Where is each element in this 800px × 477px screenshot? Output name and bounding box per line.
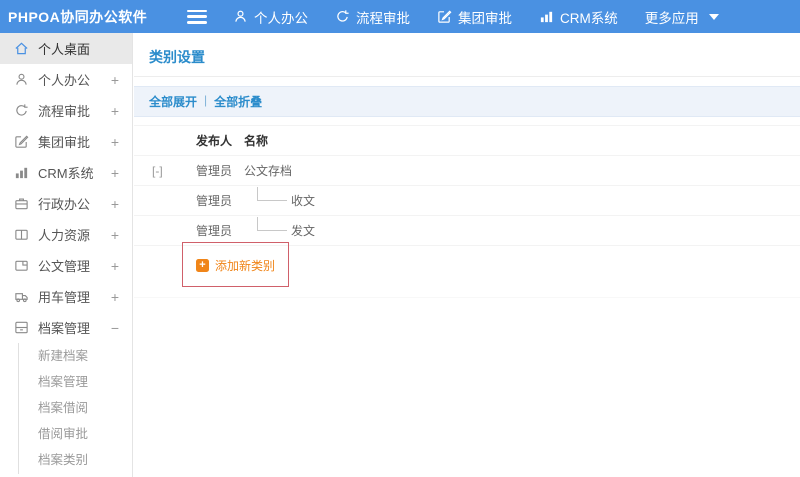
- sidebar-item-label: 行政办公: [38, 197, 91, 212]
- topnav-more-apps[interactable]: 更多应用: [645, 7, 719, 27]
- expand-icon[interactable]: +: [111, 135, 119, 149]
- add-category-label: 添加新类别: [215, 259, 276, 273]
- topnav-group-approval[interactable]: 集团审批: [437, 7, 512, 27]
- sidebar-subitem-archive-category[interactable]: 档案类别: [19, 447, 132, 473]
- vehicle-icon: [14, 289, 29, 304]
- table-row: 管理员 收文: [134, 186, 800, 216]
- publisher-cell: 管理员: [196, 224, 233, 238]
- topnav-label: 更多应用: [644, 10, 699, 26]
- main-content: 类别设置 全部展开 | 全部折叠 发布人 名称 [-] 管理员 公文存档 管理员: [134, 33, 800, 477]
- sidebar-item-label: 集团审批: [38, 135, 91, 150]
- topnav-crm-system[interactable]: CRM系统: [539, 7, 618, 27]
- tree-branch-line: [257, 186, 287, 201]
- sidebar-item-label: 用车管理: [38, 290, 91, 305]
- sidebar-item-label: 个人桌面: [38, 42, 91, 57]
- chart-icon: [539, 9, 554, 24]
- expand-icon[interactable]: +: [111, 290, 119, 304]
- collapse-icon[interactable]: −: [111, 321, 119, 335]
- toolbar-divider: |: [204, 93, 208, 107]
- sidebar-subitem-borrow-approval[interactable]: 借阅审批: [19, 421, 132, 447]
- edit-icon: [14, 134, 29, 149]
- sidebar-item-document-mgmt[interactable]: 公文管理 +: [0, 250, 132, 281]
- add-category-button[interactable]: + 添加新类别: [196, 257, 275, 274]
- sidebar-item-personal-office[interactable]: 个人办公 +: [0, 64, 132, 95]
- publisher-cell: 管理员: [196, 194, 233, 208]
- topnav-label: 个人办公: [254, 10, 308, 26]
- app-logo: PHPOA协同办公软件: [8, 8, 148, 25]
- category-table: 发布人 名称 [-] 管理员 公文存档 管理员 收文 管理员 发文 + 添加新类…: [134, 125, 800, 298]
- hr-icon: [14, 227, 29, 242]
- page-title: 类别设置: [134, 33, 800, 77]
- category-name: 公文存档: [244, 164, 293, 178]
- sidebar-item-archive-mgmt[interactable]: 档案管理 −: [0, 312, 132, 343]
- briefcase-icon: [14, 196, 29, 211]
- caret-down-icon: [708, 13, 719, 20]
- category-name: 收文: [291, 194, 316, 208]
- publisher-column-header: 发布人: [196, 134, 233, 148]
- expand-all-link[interactable]: 全部展开: [149, 93, 197, 110]
- table-row: 管理员 发文: [134, 216, 800, 246]
- table-row: [-] 管理员 公文存档: [134, 156, 800, 186]
- sidebar-item-group-approval[interactable]: 集团审批 +: [0, 126, 132, 157]
- plus-icon: +: [196, 259, 209, 272]
- table-header-row: 发布人 名称: [134, 126, 800, 156]
- expand-icon[interactable]: +: [111, 197, 119, 211]
- sidebar-item-process-approval[interactable]: 流程审批 +: [0, 95, 132, 126]
- expand-icon[interactable]: +: [111, 259, 119, 273]
- sidebar-item-label: 档案管理: [38, 321, 91, 336]
- edit-icon: [437, 9, 452, 24]
- category-name: 发文: [291, 224, 316, 238]
- tree-toolbar: 全部展开 | 全部折叠: [134, 86, 800, 117]
- sidebar-submenu-archive: 新建档案 档案管理 档案借阅 借阅审批 档案类别: [18, 343, 132, 474]
- process-icon: [14, 103, 29, 118]
- top-bar: PHPOA协同办公软件 个人办公 流程审批 集团审批 CRM系统 更多应用: [0, 0, 800, 33]
- topnav-label: CRM系统: [560, 10, 618, 26]
- collapse-all-link[interactable]: 全部折叠: [214, 93, 262, 110]
- publisher-cell: 管理员: [196, 164, 233, 178]
- sidebar-item-human-resources[interactable]: 人力资源 +: [0, 219, 132, 250]
- sidebar-item-label: 人力资源: [38, 228, 91, 243]
- sidebar-item-vehicle-mgmt[interactable]: 用车管理 +: [0, 281, 132, 312]
- home-icon: [14, 41, 29, 56]
- topnav-label: 集团审批: [458, 10, 512, 26]
- sidebar-item-label: 公文管理: [38, 259, 91, 274]
- process-icon: [335, 9, 350, 24]
- sidebar-item-crm-system[interactable]: CRM系统 +: [0, 157, 132, 188]
- collapse-toggle[interactable]: [-]: [152, 164, 163, 178]
- sidebar-item-personal-desktop[interactable]: 个人桌面: [0, 33, 132, 64]
- user-icon: [233, 9, 248, 24]
- menu-toggle-icon[interactable]: [187, 9, 207, 24]
- sidebar-subitem-archive-mgmt[interactable]: 档案管理: [19, 369, 132, 395]
- sidebar-item-admin-office[interactable]: 行政办公 +: [0, 188, 132, 219]
- sidebar: 个人桌面 个人办公 + 流程审批 + 集团审批 + CRM系统 + 行政办公 +…: [0, 33, 133, 477]
- expand-icon[interactable]: +: [111, 73, 119, 87]
- chart-icon: [14, 165, 29, 180]
- document-icon: [14, 258, 29, 273]
- tree-branch-line: [257, 216, 287, 231]
- top-nav: 个人办公 流程审批 集团审批 CRM系统 更多应用: [233, 7, 746, 27]
- sidebar-item-label: 流程审批: [38, 104, 91, 119]
- sidebar-item-label: CRM系统: [38, 166, 94, 181]
- app-window: PHPOA协同办公软件 个人办公 流程审批 集团审批 CRM系统 更多应用 个人…: [0, 0, 800, 477]
- archive-icon: [14, 320, 29, 335]
- user-icon: [14, 72, 29, 87]
- topnav-personal-office[interactable]: 个人办公: [233, 7, 308, 27]
- add-category-row: + 添加新类别: [134, 242, 800, 298]
- expand-icon[interactable]: +: [111, 228, 119, 242]
- topnav-label: 流程审批: [356, 10, 410, 26]
- name-column-header: 名称: [244, 134, 269, 148]
- expand-icon[interactable]: +: [111, 166, 119, 180]
- expand-icon[interactable]: +: [111, 104, 119, 118]
- sidebar-subitem-archive-borrow[interactable]: 档案借阅: [19, 395, 132, 421]
- topnav-process-approval[interactable]: 流程审批: [335, 7, 410, 27]
- sidebar-subitem-new-archive[interactable]: 新建档案: [19, 343, 132, 369]
- sidebar-item-label: 个人办公: [38, 73, 91, 88]
